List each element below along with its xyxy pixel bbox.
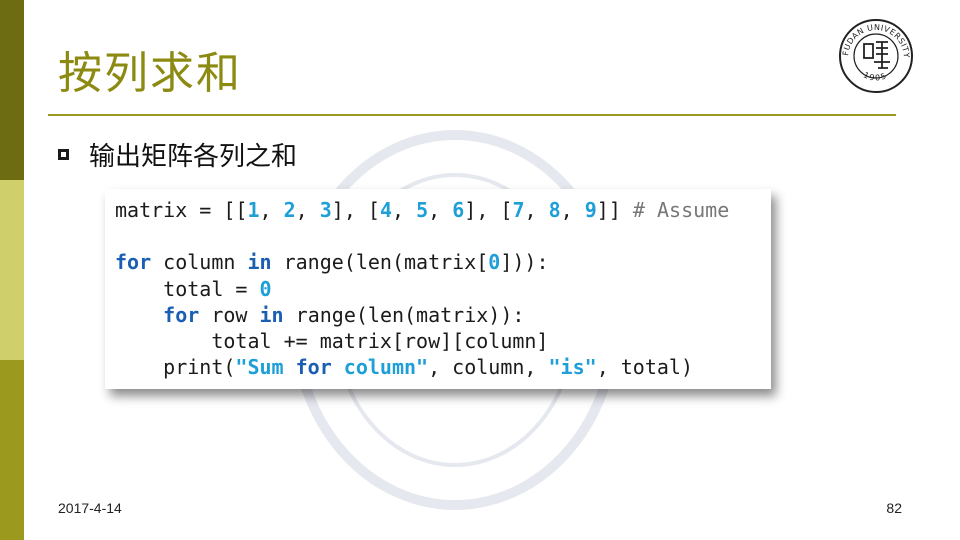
code-token: matrix = [[: [115, 198, 248, 222]
code-token: 9: [584, 198, 597, 222]
code-line: total = 0: [115, 276, 771, 302]
bullet-text: 输出矩阵各列之和: [89, 141, 298, 172]
code-block: matrix = [[1, 2, 3], [4, 5, 6], [7, 8, 9…: [105, 189, 771, 380]
code-snippet-panel: matrix = [[1, 2, 3], [4, 5, 6], [7, 8, 9…: [105, 189, 771, 389]
code-token: for: [115, 250, 152, 275]
code-token: total =: [115, 276, 260, 301]
code-token: , column,: [428, 355, 549, 380]
code-token: column": [331, 355, 429, 380]
code-token: 6: [452, 198, 465, 222]
page-number: 82: [886, 500, 902, 516]
code-line: matrix = [[1, 2, 3], [4, 5, 6], [7, 8, 9…: [115, 197, 771, 223]
code-token: 1: [247, 198, 260, 222]
code-token: range(len(matrix[: [271, 250, 489, 275]
square-bullet-icon: [58, 148, 69, 160]
code-token: range(len(matrix)):: [283, 302, 525, 327]
code-token: column: [151, 250, 248, 275]
side-band-bottom: [0, 360, 24, 540]
code-token: print(: [115, 355, 236, 380]
code-token: "Sum: [235, 355, 296, 380]
code-token: ]]: [596, 198, 633, 222]
code-token: total += matrix[row][column]: [115, 328, 549, 353]
code-token: 0: [259, 276, 272, 301]
code-line: print("Sum for column", column, "is", to…: [115, 354, 771, 380]
side-band-middle: [0, 180, 24, 360]
code-token: ,: [259, 198, 284, 222]
code-token: , total): [596, 355, 694, 380]
code-token: "is": [548, 355, 597, 380]
code-token: 8: [548, 198, 561, 222]
code-token: 7: [512, 198, 525, 222]
code-token: 3: [319, 198, 332, 222]
code-token: 0: [488, 250, 501, 275]
code-token: ,: [428, 198, 453, 222]
fudan-seal-icon: FUDAN UNIVERSITY 1905: [839, 19, 913, 93]
code-token: for: [295, 355, 332, 380]
title-underline: [48, 114, 896, 116]
code-token: in: [247, 250, 272, 275]
code-token: row: [199, 302, 260, 327]
side-band-top: [0, 0, 24, 180]
code-line: for column in range(len(matrix[0])):: [115, 249, 771, 275]
code-token: # Assume: [632, 198, 730, 222]
code-token: ,: [560, 198, 585, 222]
code-token: ], [: [464, 198, 513, 222]
code-token: 2: [283, 198, 296, 222]
code-token: ], [: [331, 198, 380, 222]
code-line: total += matrix[row][column]: [115, 328, 771, 354]
code-token: 4: [379, 198, 392, 222]
code-token: in: [259, 302, 284, 327]
footer-date: 2017-4-14: [58, 500, 122, 516]
code-token: for: [163, 302, 200, 327]
code-token: 5: [416, 198, 429, 222]
code-token: ])):: [500, 250, 549, 275]
code-line: for row in range(len(matrix)):: [115, 302, 771, 328]
bullet-item: 输出矩阵各列之和: [58, 136, 297, 172]
code-token: ,: [524, 198, 549, 222]
code-token: ,: [295, 198, 320, 222]
slide-title: 按列求和: [58, 48, 242, 99]
code-token: ,: [392, 198, 417, 222]
